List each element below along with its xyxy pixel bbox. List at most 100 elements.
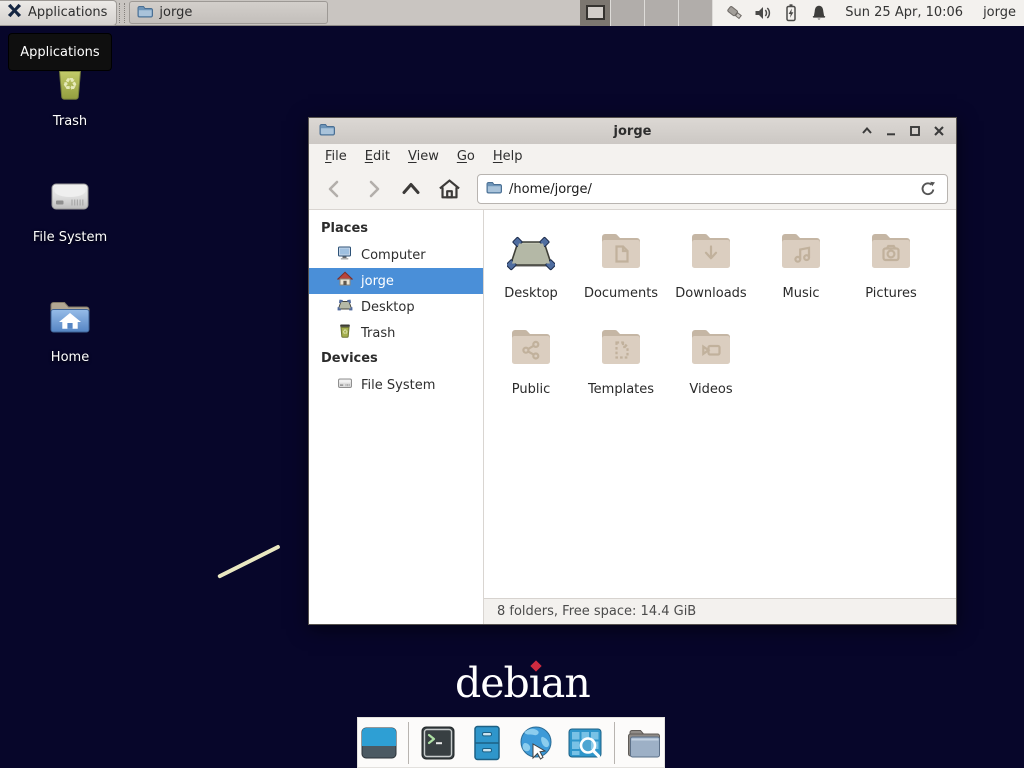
sidebar-item-jorge[interactable]: jorge (309, 268, 483, 294)
file-item-label: Downloads (675, 286, 746, 301)
notifications-tray-icon[interactable] (809, 3, 829, 23)
sidebar-item-label: jorge (361, 274, 394, 289)
drive-big-icon (46, 172, 94, 224)
shade-window-button[interactable] (859, 124, 874, 139)
dock-web-browser-button[interactable] (516, 723, 556, 763)
debian-logo: debıan (455, 659, 590, 707)
maximize-window-button[interactable] (907, 124, 922, 139)
sidebar-item-label: Trash (361, 326, 395, 341)
home-button[interactable] (431, 174, 467, 204)
up-button[interactable] (393, 174, 429, 204)
panel-username: jorge (983, 5, 1016, 20)
trash16-icon: ♻ (337, 323, 353, 343)
dock-app-finder-button[interactable] (565, 723, 605, 763)
workspace-window-thumb (586, 5, 605, 20)
statusbar-text: 8 folders, Free space: 14.4 GiB (497, 604, 696, 619)
file-item-label: Videos (689, 382, 732, 397)
debian-red-dot (530, 660, 541, 671)
workspace-2[interactable] (611, 0, 645, 26)
file-item-label: Documents (584, 286, 658, 301)
menu-help[interactable]: Help (485, 146, 531, 167)
svg-text:♻: ♻ (62, 75, 77, 95)
battery-tray-icon[interactable] (781, 3, 801, 23)
wallpaper-line-artifact (217, 544, 280, 578)
reload-button[interactable] (917, 178, 939, 200)
debian-i: ı (529, 659, 541, 707)
workspace-1[interactable] (580, 0, 611, 26)
workspace-4[interactable] (679, 0, 713, 26)
applications-menu-button[interactable]: Applications (0, 0, 117, 26)
statusbar: 8 folders, Free space: 14.4 GiB (484, 598, 956, 624)
dock-file-cabinet-button[interactable] (467, 723, 507, 763)
workspace-3[interactable] (645, 0, 679, 26)
sidebar-item-file-system[interactable]: File System (309, 372, 483, 398)
menu-go[interactable]: Go (449, 146, 483, 167)
menu-file[interactable]: File (317, 146, 355, 167)
folder-icon-templates (597, 323, 645, 375)
window-controls (859, 124, 946, 139)
sidebar: Places Computer jorge Desktop ♻ Trash Devices F… (309, 210, 484, 624)
sidebar-item-label: Desktop (361, 300, 415, 315)
menu-edit[interactable]: Edit (357, 146, 398, 167)
removable-media-tray-icon[interactable] (725, 3, 745, 23)
file-manager-window: jorge FileEditViewGoHelp Places Computer j… (308, 117, 957, 625)
computer-icon (337, 245, 353, 265)
folder-small-icon (137, 4, 153, 22)
desktop-icon-label: Trash (53, 114, 87, 129)
folder-icon-desktop (507, 227, 555, 279)
forward-button[interactable] (355, 174, 391, 204)
dock-terminal-button[interactable] (418, 723, 458, 763)
menu-view[interactable]: View (400, 146, 447, 167)
file-item-downloads[interactable]: Downloads (666, 222, 756, 318)
sidebar-header-places: Places (309, 216, 483, 242)
desktop-icon-label: Home (51, 350, 89, 365)
close-window-button[interactable] (931, 124, 946, 139)
folder-icon-documents (597, 227, 645, 279)
file-item-label: Music (783, 286, 820, 301)
clock[interactable]: Sun 25 Apr, 10:06 (845, 5, 963, 20)
file-item-templates[interactable]: Templates (576, 318, 666, 414)
taskbar-item-jorge[interactable]: jorge (129, 1, 328, 24)
sidebar-item-label: File System (361, 378, 435, 393)
sidebar-item-label: Computer (361, 248, 426, 263)
desktop16-icon (337, 297, 353, 317)
folder-icon-downloads (687, 227, 735, 279)
dock (357, 717, 665, 768)
desktop: Applications jorge Sun 25 Apr, 10:06 jor… (0, 0, 1024, 768)
file-item-documents[interactable]: Documents (576, 222, 666, 318)
dock-directory-menu-button[interactable] (624, 723, 664, 763)
dock-separator (408, 722, 409, 764)
panel-right-zone: Sun 25 Apr, 10:06 jorge (713, 0, 1024, 26)
home16-icon (337, 271, 353, 291)
sidebar-header-devices: Devices (309, 346, 483, 372)
desktop-icon-file-system[interactable]: File System (20, 172, 120, 245)
dock-separator (614, 722, 615, 764)
desktop-icon-label: File System (33, 230, 107, 245)
home-big-icon (46, 292, 94, 344)
sidebar-item-computer[interactable]: Computer (309, 242, 483, 268)
top-panel: Applications jorge Sun 25 Apr, 10:06 jor… (0, 0, 1024, 26)
file-item-label: Pictures (865, 286, 916, 301)
folder-icon-pictures (867, 227, 915, 279)
panel-handle[interactable] (119, 3, 125, 23)
back-button[interactable] (317, 174, 353, 204)
applications-menu-label: Applications (28, 5, 107, 20)
file-item-desktop[interactable]: Desktop (486, 222, 576, 318)
volume-tray-icon[interactable] (753, 3, 773, 23)
sidebar-item-desktop[interactable]: Desktop (309, 294, 483, 320)
file-item-music[interactable]: Music (756, 222, 846, 318)
file-item-videos[interactable]: Videos (666, 318, 756, 414)
folder-icon-public (507, 323, 555, 375)
file-item-pictures[interactable]: Pictures (846, 222, 936, 318)
file-item-public[interactable]: Public (486, 318, 576, 414)
location-input[interactable] (509, 182, 910, 197)
window-titlebar[interactable]: jorge (309, 118, 956, 144)
drive16-icon (337, 375, 353, 395)
desktop-icon-home[interactable]: Home (20, 292, 120, 365)
file-item-label: Public (512, 382, 550, 397)
dock-show-desktop-button[interactable] (359, 723, 399, 763)
sidebar-item-trash[interactable]: ♻ Trash (309, 320, 483, 346)
taskbar-item-label: jorge (159, 5, 192, 20)
minimize-window-button[interactable] (883, 124, 898, 139)
svg-text:♻: ♻ (342, 328, 348, 336)
